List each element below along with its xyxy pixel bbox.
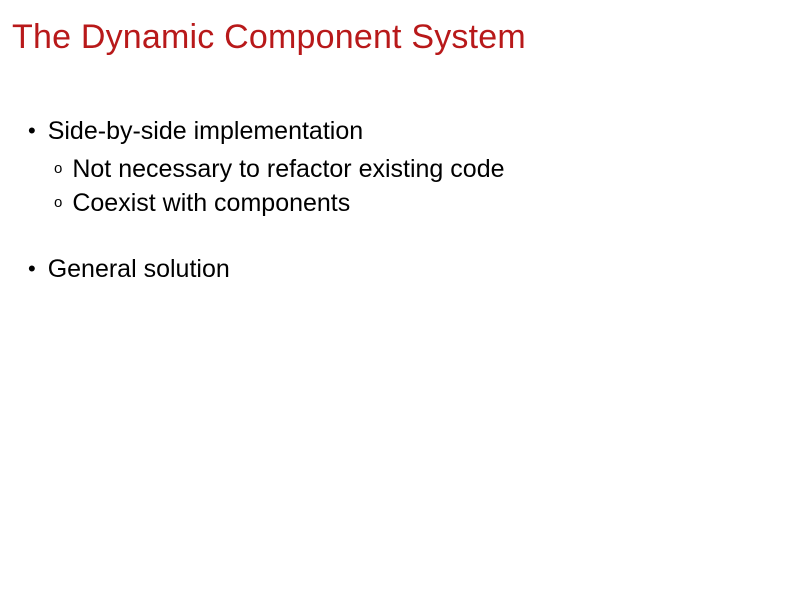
subbullet-item: o Not necessary to refactor existing cod… xyxy=(54,153,788,185)
subbullet-marker-icon: o xyxy=(54,187,62,219)
subbullet-marker-icon: o xyxy=(54,153,62,185)
slide-body: • Side-by-side implementation o Not nece… xyxy=(12,115,788,285)
subbullet-text: Coexist with components xyxy=(72,187,350,219)
sublist: o Not necessary to refactor existing cod… xyxy=(28,153,788,219)
bullet-item: • General solution xyxy=(28,253,788,285)
bullet-text: General solution xyxy=(48,253,230,285)
bullet-marker-icon: • xyxy=(28,115,36,147)
bullet-item: • Side-by-side implementation xyxy=(28,115,788,147)
slide: The Dynamic Component System • Side-by-s… xyxy=(0,0,800,285)
bullet-text: Side-by-side implementation xyxy=(48,115,363,147)
subbullet-item: o Coexist with components xyxy=(54,187,788,219)
bullet-marker-icon: • xyxy=(28,253,36,285)
slide-title: The Dynamic Component System xyxy=(12,18,788,57)
subbullet-text: Not necessary to refactor existing code xyxy=(72,153,504,185)
